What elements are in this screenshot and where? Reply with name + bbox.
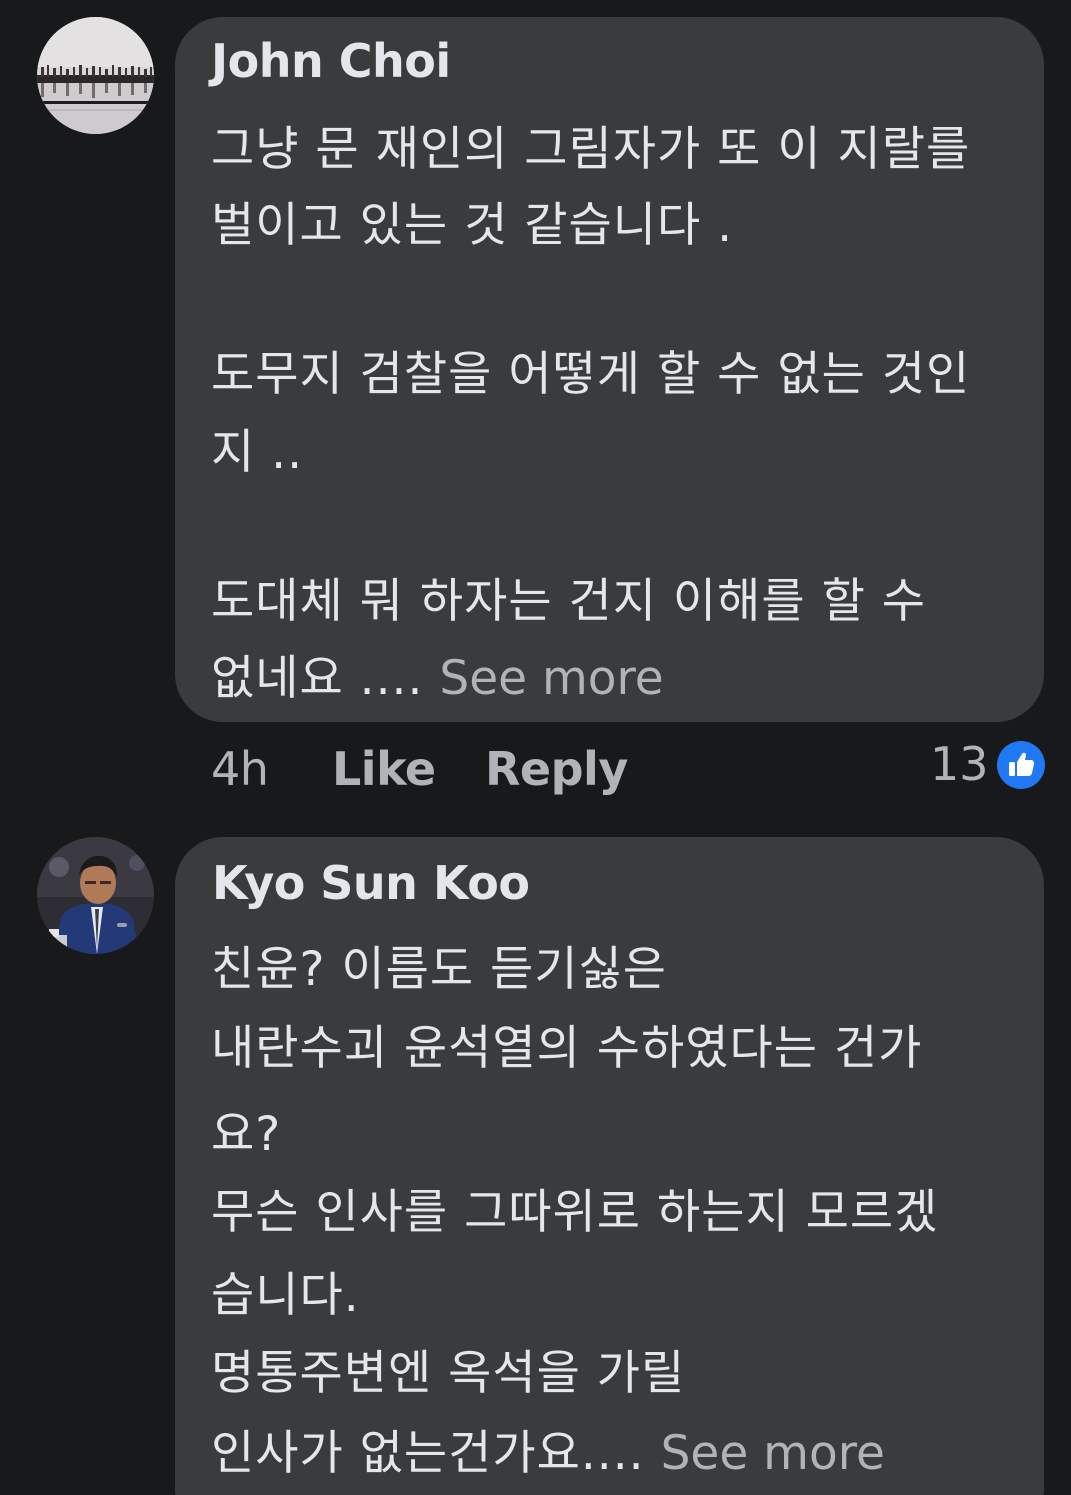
reaction-count[interactable]: 13 — [930, 737, 989, 791]
comment-text-line: 습니다. — [211, 1268, 360, 1323]
thumbs-up-icon — [1009, 752, 1035, 776]
person-photo-icon — [37, 837, 154, 954]
comment-text-fragment: 없네요 .... — [211, 651, 424, 706]
comment-text-line: 요? — [211, 1107, 282, 1162]
see-more-link[interactable]: See more — [439, 651, 663, 706]
comment-text-line: 친윤? 이름도 듣기싫은 — [211, 942, 667, 997]
comment-text-line-last: 없네요 .... See more — [211, 639, 664, 708]
avatar-john-choi[interactable] — [37, 17, 154, 134]
comment-text-line: 내란수괴 윤석열의 수하였다는 건가 — [211, 1021, 923, 1076]
avatar-kyo-sun-koo[interactable] — [37, 837, 154, 954]
comment-text-line: 무슨 인사를 그따위로 하는지 모르겠 — [211, 1185, 939, 1240]
like-button[interactable]: Like — [332, 742, 436, 796]
comment-text-line: 그냥 문 재인의 그림자가 또 이 지랄를 — [211, 122, 971, 177]
comment-author-name[interactable]: John Choi — [211, 34, 451, 88]
comment-text-fragment: 인사가 없는건가요.... — [211, 1426, 645, 1481]
comment-text-line-last: 인사가 없는건가요.... See more — [211, 1414, 885, 1483]
comment-timestamp[interactable]: 4h — [211, 742, 269, 796]
comment-author-name[interactable]: Kyo Sun Koo — [212, 856, 530, 910]
comment-text-line: 지 .. — [211, 425, 304, 480]
comment-text-line: 도무지 검찰을 어떻게 할 수 없는 것인 — [211, 347, 971, 402]
comment-text-line: 벌이고 있는 것 같습니다 . — [211, 198, 734, 253]
see-more-link[interactable]: See more — [661, 1426, 885, 1481]
reply-button[interactable]: Reply — [485, 742, 628, 796]
comment-text-line: 명통주변엔 옥석을 가릴 — [211, 1346, 686, 1401]
landscape-photo-icon — [37, 17, 154, 134]
comments-section: John Choi 그냥 문 재인의 그림자가 또 이 지랄를 벌이고 있는 것… — [0, 0, 1071, 1495]
reaction-badge[interactable] — [997, 741, 1045, 789]
comment-text-line: 도대체 뭐 하자는 건지 이해를 할 수 — [211, 574, 926, 629]
